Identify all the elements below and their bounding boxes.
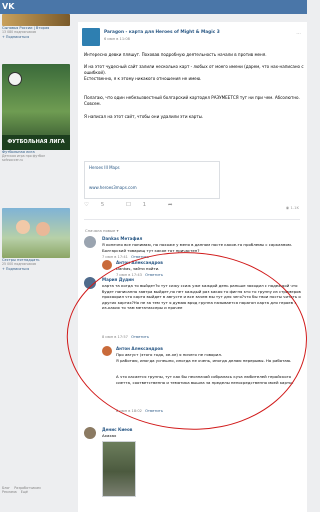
footer-link-blog[interactable]: Блог: [2, 486, 10, 490]
left-ads-column: Сыновья России | Вторая 13 080 подписчик…: [0, 14, 74, 512]
eye-icon: ◉: [285, 205, 290, 210]
top-navbar: VK: [0, 0, 307, 14]
views-value: 1.1K: [290, 205, 299, 210]
comment-icon: ☐: [125, 202, 131, 208]
comment-count: 1: [142, 202, 147, 208]
comment-author[interactable]: Денис Киеов: [102, 427, 132, 432]
comment-date[interactable]: 7 июн в 17:41: [102, 255, 128, 259]
comment-avatar[interactable]: [84, 236, 96, 248]
post-paragraph-3: Естественно, я к этому никакого отношени…: [84, 76, 202, 81]
share-button[interactable]: ➦: [168, 202, 183, 208]
comment-button[interactable]: ☐ 1: [126, 202, 156, 208]
footer-link-developers[interactable]: Разработчикам: [14, 486, 40, 490]
comment-text: Я конечно все понимаю, но похоже у меня …: [102, 242, 293, 253]
ad-banner-text: ФУТБОЛЬНАЯ ЛИГА: [2, 135, 70, 150]
link-preview-title[interactable]: Heroes III Maps: [89, 165, 215, 170]
post-paragraph-4: Полагаю, что один небезызвестный болгарс…: [84, 95, 300, 106]
footer-links: Блог Разработчикам Реклама Ещё: [2, 486, 72, 495]
child-face-1: [16, 220, 30, 234]
post-actions: ♡ 5 ☐ 1 ➦: [84, 202, 192, 208]
view-count: ◉ 1.1K: [286, 205, 299, 210]
ad-image[interactable]: [2, 14, 70, 26]
ad-domain[interactable]: sofcsoccer.ru: [2, 158, 70, 162]
comment-text: Ахахах: [102, 433, 117, 438]
post-author[interactable]: Paragon - карта для Heroes of Might & Ma…: [104, 30, 220, 35]
soccer-ball-icon: [8, 72, 22, 86]
post-paragraph-1: Интересно девки пляшут. Поховав подробну…: [84, 52, 267, 57]
heart-icon: ♡: [84, 202, 89, 208]
footer-link-ads[interactable]: Реклама: [2, 490, 17, 494]
subscribe-link[interactable]: + Подписаться: [2, 35, 70, 39]
more-options-icon[interactable]: ···: [296, 31, 301, 37]
ad-subscribers: 25 000 подписчиков: [2, 262, 37, 267]
ad-image-football[interactable]: ФУТБОЛЬНАЯ ЛИГА: [2, 64, 70, 150]
post-paragraph-2: И на этот чудесный сайт залили несколько…: [84, 64, 304, 75]
footer-link-more[interactable]: Ещё: [21, 490, 28, 494]
subscribe-link[interactable]: + Подписаться: [2, 267, 70, 271]
ad-block-1[interactable]: Сыновья России | Вторая 13 080 подписчик…: [2, 14, 70, 40]
post-date[interactable]: 6 июн в 11:08: [104, 37, 130, 41]
ad-subscribers: 13 080 подписчиков: [2, 30, 37, 35]
like-button[interactable]: ♡ 5: [84, 202, 114, 208]
share-icon: ➦: [167, 202, 173, 208]
community-avatar[interactable]: [82, 28, 100, 46]
ad-block-3[interactable]: Сестры пятнадцать 25 000 подписчиков + П…: [2, 208, 70, 272]
vk-logo[interactable]: VK: [2, 2, 18, 12]
like-count: 5: [100, 202, 105, 208]
ad-image-kids[interactable]: [2, 208, 70, 258]
post-paragraph-5: Я написал на этот сайт, чтобы они удалил…: [84, 114, 204, 119]
link-preview[interactable]: Heroes III Maps www.heroes3maps.com: [84, 161, 220, 199]
comment-avatar[interactable]: [84, 427, 96, 439]
sort-dropdown[interactable]: Сначала новые ▾: [85, 228, 118, 233]
child-face-2: [36, 222, 50, 236]
comment-author[interactable]: Dankas Метафил: [102, 236, 142, 241]
link-preview-url[interactable]: www.heroes3maps.com: [89, 185, 137, 190]
comment-avatar[interactable]: [102, 260, 112, 270]
divider: [84, 219, 300, 220]
ad-block-2[interactable]: ФУТБОЛЬНАЯ ЛИГА Футбольная лига Детская …: [2, 64, 70, 162]
comment-image[interactable]: [102, 441, 136, 497]
